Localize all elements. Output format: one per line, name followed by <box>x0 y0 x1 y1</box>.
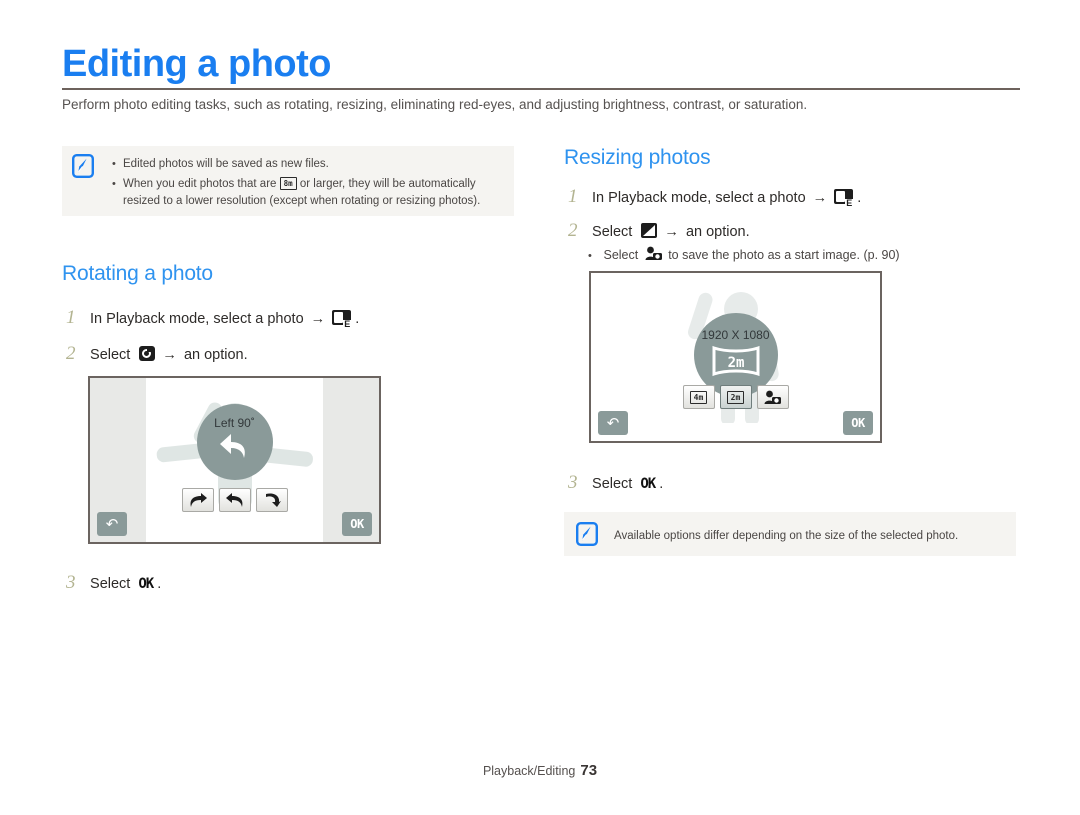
note-item-text-part2: or larger, they will be automatically <box>299 178 476 190</box>
title-divider <box>62 88 1020 90</box>
resizing-step-1: 1 In Playback mode, select a photo → . <box>568 186 861 209</box>
step-text-after: an option. <box>183 347 248 363</box>
step-text-after: . <box>355 311 360 327</box>
note-pencil-icon <box>576 522 599 547</box>
svg-text:2m: 2m <box>727 355 744 371</box>
rotating-camera-screen: Left 90˚ ↶ OK <box>88 376 381 544</box>
rotation-selection-label: Left 90˚ <box>214 415 255 430</box>
step-number: 2 <box>66 343 76 364</box>
start-image-button[interactable] <box>756 385 789 409</box>
resizing-note-text: Available options differ depending on th… <box>614 530 959 542</box>
screen-preview-stage: Left 90˚ <box>146 378 323 542</box>
size-2m-button[interactable]: 2m <box>719 385 752 409</box>
step-text: Select <box>592 224 633 240</box>
note-item-text-part1: When you edit photos that are <box>123 178 277 190</box>
screen-ok-button[interactable]: OK <box>342 512 372 536</box>
start-image-icon <box>764 390 781 404</box>
section-heading-resizing: Resizing photos <box>564 146 711 169</box>
size-2m-label: 2m <box>726 390 745 404</box>
footer-page-number: 73 <box>580 762 598 779</box>
footer-section-label: Playback/Editing <box>482 764 576 778</box>
resizing-step-3: 3 Select OK . <box>568 472 663 495</box>
rotate-icon <box>139 346 156 361</box>
arrow-glyph: → <box>664 224 679 240</box>
flip-arrow-icon <box>265 493 281 507</box>
top-note-list: • Edited photos will be saved as new fil… <box>110 156 508 210</box>
bullet-glyph: • <box>112 178 116 190</box>
rotation-selection-indicator: Left 90˚ <box>196 404 273 480</box>
arrow-glyph: → <box>310 311 326 327</box>
ok-glyph: OK <box>138 576 154 592</box>
note-item: • Edited photos will be saved as new fil… <box>110 156 508 173</box>
resizing-substep: • Select to save the photo as a start im… <box>588 246 900 265</box>
bullet-glyph: • <box>588 250 592 262</box>
step-text: In Playback mode, select a photo <box>592 190 806 206</box>
resize-selection-label: 1920 X 1080 <box>701 327 770 342</box>
resizing-step-2: 2 Select → an option. <box>568 220 750 243</box>
size-8m-chip: 8m <box>279 177 297 190</box>
step-number: 3 <box>568 472 578 493</box>
screen-back-button[interactable]: ↶ <box>598 411 628 435</box>
arrow-glyph: → <box>812 190 828 206</box>
substep-text-after: to save the photo as a start image. (p. … <box>668 248 900 262</box>
step-text: Select <box>90 576 131 592</box>
rotation-option-buttons[interactable] <box>181 488 288 512</box>
resize-icon <box>641 223 658 238</box>
rotate-right-button[interactable] <box>181 488 214 512</box>
start-image-icon <box>645 246 662 261</box>
step-text: In Playback mode, select a photo <box>90 311 304 327</box>
step-text-after: . <box>857 190 862 206</box>
top-note-box: • Edited photos will be saved as new fil… <box>62 146 514 216</box>
ok-glyph: OK <box>640 476 656 492</box>
screen-ok-button[interactable]: OK <box>843 411 873 435</box>
rotating-step-3: 3 Select OK . <box>66 572 161 595</box>
step-number: 1 <box>568 186 578 207</box>
page-subtitle: Perform photo editing tasks, such as rot… <box>62 97 808 112</box>
flip-button[interactable] <box>255 488 288 512</box>
screen-back-button[interactable]: ↶ <box>97 512 127 536</box>
substep-text: Select <box>603 248 639 262</box>
step-number: 2 <box>568 220 578 241</box>
resolution-2m-glyph: 2m <box>712 345 760 382</box>
page-title: Editing a photo <box>62 43 332 85</box>
step-text: Select <box>90 347 131 363</box>
rotate-left-button[interactable] <box>218 488 251 512</box>
screen-preview-stage: 1920 X 1080 2m 4m 2m <box>591 273 880 441</box>
step-text: Select <box>592 476 633 492</box>
page-footer: Playback/Editing 73 <box>0 762 1080 779</box>
resizing-camera-screen: 1920 X 1080 2m 4m 2m ↶ OK <box>589 271 882 443</box>
size-4m-label: 4m <box>689 390 708 404</box>
arrow-glyph: → <box>162 347 177 363</box>
manual-page: Editing a photo Perform photo editing ta… <box>0 0 1080 815</box>
resize-option-buttons[interactable]: 4m 2m <box>682 385 789 409</box>
step-number: 3 <box>66 572 76 593</box>
note-item: • When you edit photos that are 8m or la… <box>110 176 508 210</box>
step-number: 1 <box>66 307 76 328</box>
note-item-text-line2: resized to a lower resolution (except wh… <box>123 195 481 207</box>
step-text-after: . <box>157 576 162 592</box>
rotating-step-1: 1 In Playback mode, select a photo → . <box>66 307 359 330</box>
bullet-glyph: • <box>112 158 116 170</box>
rotating-step-2: 2 Select → an option. <box>66 343 248 366</box>
step-text-after: . <box>659 476 664 492</box>
note-item-text: Edited photos will be saved as new files… <box>123 158 329 170</box>
note-pencil-icon <box>72 154 95 179</box>
resizing-note-box: Available options differ depending on th… <box>564 512 1016 556</box>
photo-edit-icon <box>834 189 854 207</box>
section-heading-rotating: Rotating a photo <box>62 262 213 285</box>
rotate-left-arrow-icon <box>225 493 242 507</box>
size-4m-button[interactable]: 4m <box>682 385 715 409</box>
rotate-left-arrow-icon <box>215 431 255 468</box>
rotate-right-arrow-icon <box>190 493 207 507</box>
step-text-after: an option. <box>685 224 750 240</box>
photo-edit-icon <box>332 310 352 328</box>
